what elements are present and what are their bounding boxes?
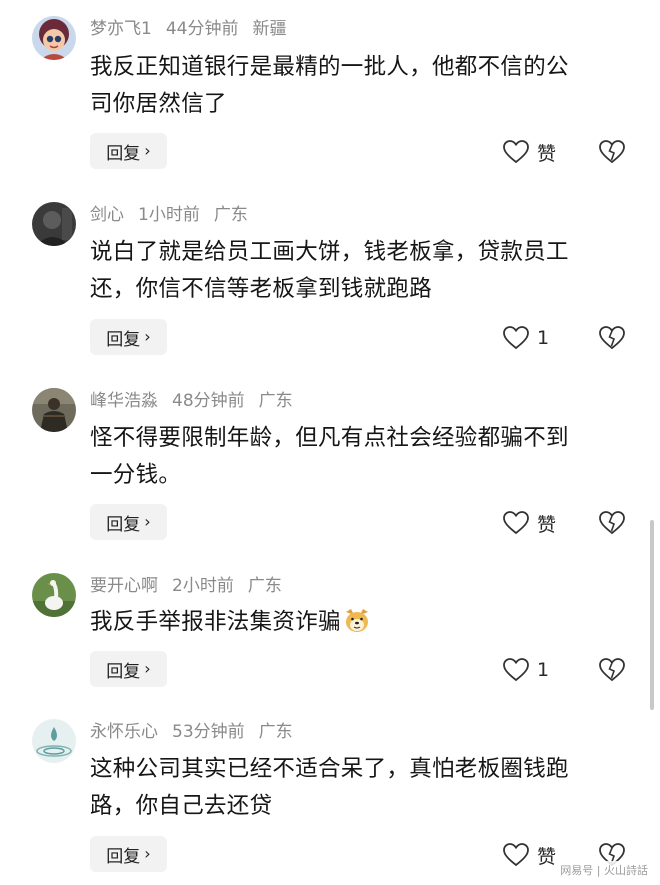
scrollbar[interactable] xyxy=(650,520,654,710)
broken-heart-icon[interactable] xyxy=(599,511,625,535)
heart-icon xyxy=(503,326,529,350)
username[interactable]: 梦亦飞1 xyxy=(90,19,152,39)
comment-location: 新疆 xyxy=(252,19,287,39)
comment-text-line: 一分钱。 xyxy=(90,462,182,488)
warrior-avatar-icon xyxy=(32,388,76,432)
comment-location: 广东 xyxy=(258,391,293,411)
comment-location: 广东 xyxy=(213,205,248,225)
comment-time: 48分钟前 xyxy=(172,391,245,411)
comment-meta: 梦亦飞1 44分钟前 新疆 xyxy=(90,18,300,40)
comment-time: 44分钟前 xyxy=(165,19,239,39)
heart-icon xyxy=(503,843,529,867)
username[interactable]: 峰华浩淼 xyxy=(90,391,158,411)
comment-text-content: 我反手举报非法集资诈骗 xyxy=(90,609,341,635)
like-count: 赞 xyxy=(537,513,557,536)
chevron-right-icon: › xyxy=(144,141,151,160)
broken-heart-icon[interactable] xyxy=(599,326,625,350)
reply-label: 回复 xyxy=(106,661,141,682)
comment-text-line: 说白了就是给员工画大饼，钱老板拿，贷款员工 xyxy=(90,239,569,265)
comment-text: 这种公司其实已经不适合呆了，真怕老板圈钱跑 路，你自己去还贷 xyxy=(90,751,635,825)
cartoon-girl-avatar-icon xyxy=(32,16,76,60)
like-button[interactable]: 1 xyxy=(503,656,549,684)
doge-emoji-icon xyxy=(345,609,368,632)
comment-meta: 峰华浩淼 48分钟前 广东 xyxy=(90,390,307,412)
like-count: 赞 xyxy=(537,845,557,868)
comment-text-line: 还，你信不信等老板拿到钱就跑路 xyxy=(90,276,433,302)
like-button[interactable]: 赞 xyxy=(503,509,556,537)
chevron-right-icon: › xyxy=(144,512,151,531)
like-button[interactable]: 赞 xyxy=(503,138,556,166)
chevron-right-icon: › xyxy=(144,844,151,863)
reply-label: 回复 xyxy=(106,514,141,535)
broken-heart-icon[interactable] xyxy=(599,658,625,682)
reply-button[interactable]: 回复 › xyxy=(90,836,167,872)
comment-meta: 剑心 1小时前 广东 xyxy=(90,204,262,226)
reply-button[interactable]: 回复 › xyxy=(90,133,167,169)
username[interactable]: 剑心 xyxy=(90,205,124,225)
user-avatar[interactable] xyxy=(32,202,76,246)
reply-label: 回复 xyxy=(106,846,141,867)
water-drop-avatar-icon xyxy=(32,719,76,763)
comment-text-line: 怪不得要限制年龄，但凡有点社会经验都骗不到 xyxy=(90,425,569,451)
comment-location: 广东 xyxy=(247,576,282,596)
goose-avatar-icon xyxy=(32,573,76,617)
username[interactable]: 永怀乐心 xyxy=(90,722,158,742)
reply-label: 回复 xyxy=(106,143,141,164)
comment-text-line: 我反手举报非法集资诈骗 xyxy=(90,604,635,641)
comment-text-line: 我反正知道银行是最精的一批人，他都不信的公 xyxy=(90,54,569,80)
comment-location: 广东 xyxy=(258,722,293,742)
reply-label: 回复 xyxy=(106,329,141,350)
heart-icon xyxy=(503,658,529,682)
heart-icon xyxy=(503,511,529,535)
like-count: 1 xyxy=(537,327,550,349)
reply-button[interactable]: 回复 › xyxy=(90,651,167,687)
heart-icon xyxy=(503,140,529,164)
chevron-right-icon: › xyxy=(144,659,151,678)
comment-text: 怪不得要限制年龄，但凡有点社会经验都骗不到 一分钱。 xyxy=(90,420,635,494)
like-count: 1 xyxy=(537,659,550,681)
comment-text-line: 这种公司其实已经不适合呆了，真怕老板圈钱跑 xyxy=(90,756,569,782)
comment-text: 我反正知道银行是最精的一批人，他都不信的公 司你居然信了 xyxy=(90,49,635,123)
reply-button[interactable]: 回复 › xyxy=(90,319,167,355)
user-avatar[interactable] xyxy=(32,16,76,60)
comment-text: 说白了就是给员工画大饼，钱老板拿，贷款员工 还，你信不信等老板拿到钱就跑路 xyxy=(90,234,635,308)
chevron-right-icon: › xyxy=(144,327,151,346)
broken-heart-icon[interactable] xyxy=(599,140,625,164)
comment-meta: 永怀乐心 53分钟前 广东 xyxy=(90,721,307,743)
comment-text-line: 路，你自己去还贷 xyxy=(90,793,273,819)
comment-time: 1小时前 xyxy=(138,205,200,225)
user-avatar[interactable] xyxy=(32,388,76,432)
like-count: 赞 xyxy=(537,142,557,165)
comment-time: 2小时前 xyxy=(172,576,234,596)
like-button[interactable]: 赞 xyxy=(503,841,556,869)
username[interactable]: 要开心啊 xyxy=(90,576,158,596)
user-avatar[interactable] xyxy=(32,573,76,617)
comment-text: 我反手举报非法集资诈骗 xyxy=(90,604,635,641)
comment-time: 53分钟前 xyxy=(172,722,245,742)
comment-text-line: 司你居然信了 xyxy=(90,91,227,117)
watermark: 网易号 | 火山詩話 xyxy=(556,861,652,879)
dark-portrait-avatar-icon xyxy=(32,202,76,246)
comment-meta: 要开心啊 2小时前 广东 xyxy=(90,575,296,597)
reply-button[interactable]: 回复 › xyxy=(90,504,167,540)
user-avatar[interactable] xyxy=(32,719,76,763)
like-button[interactable]: 1 xyxy=(503,324,549,352)
